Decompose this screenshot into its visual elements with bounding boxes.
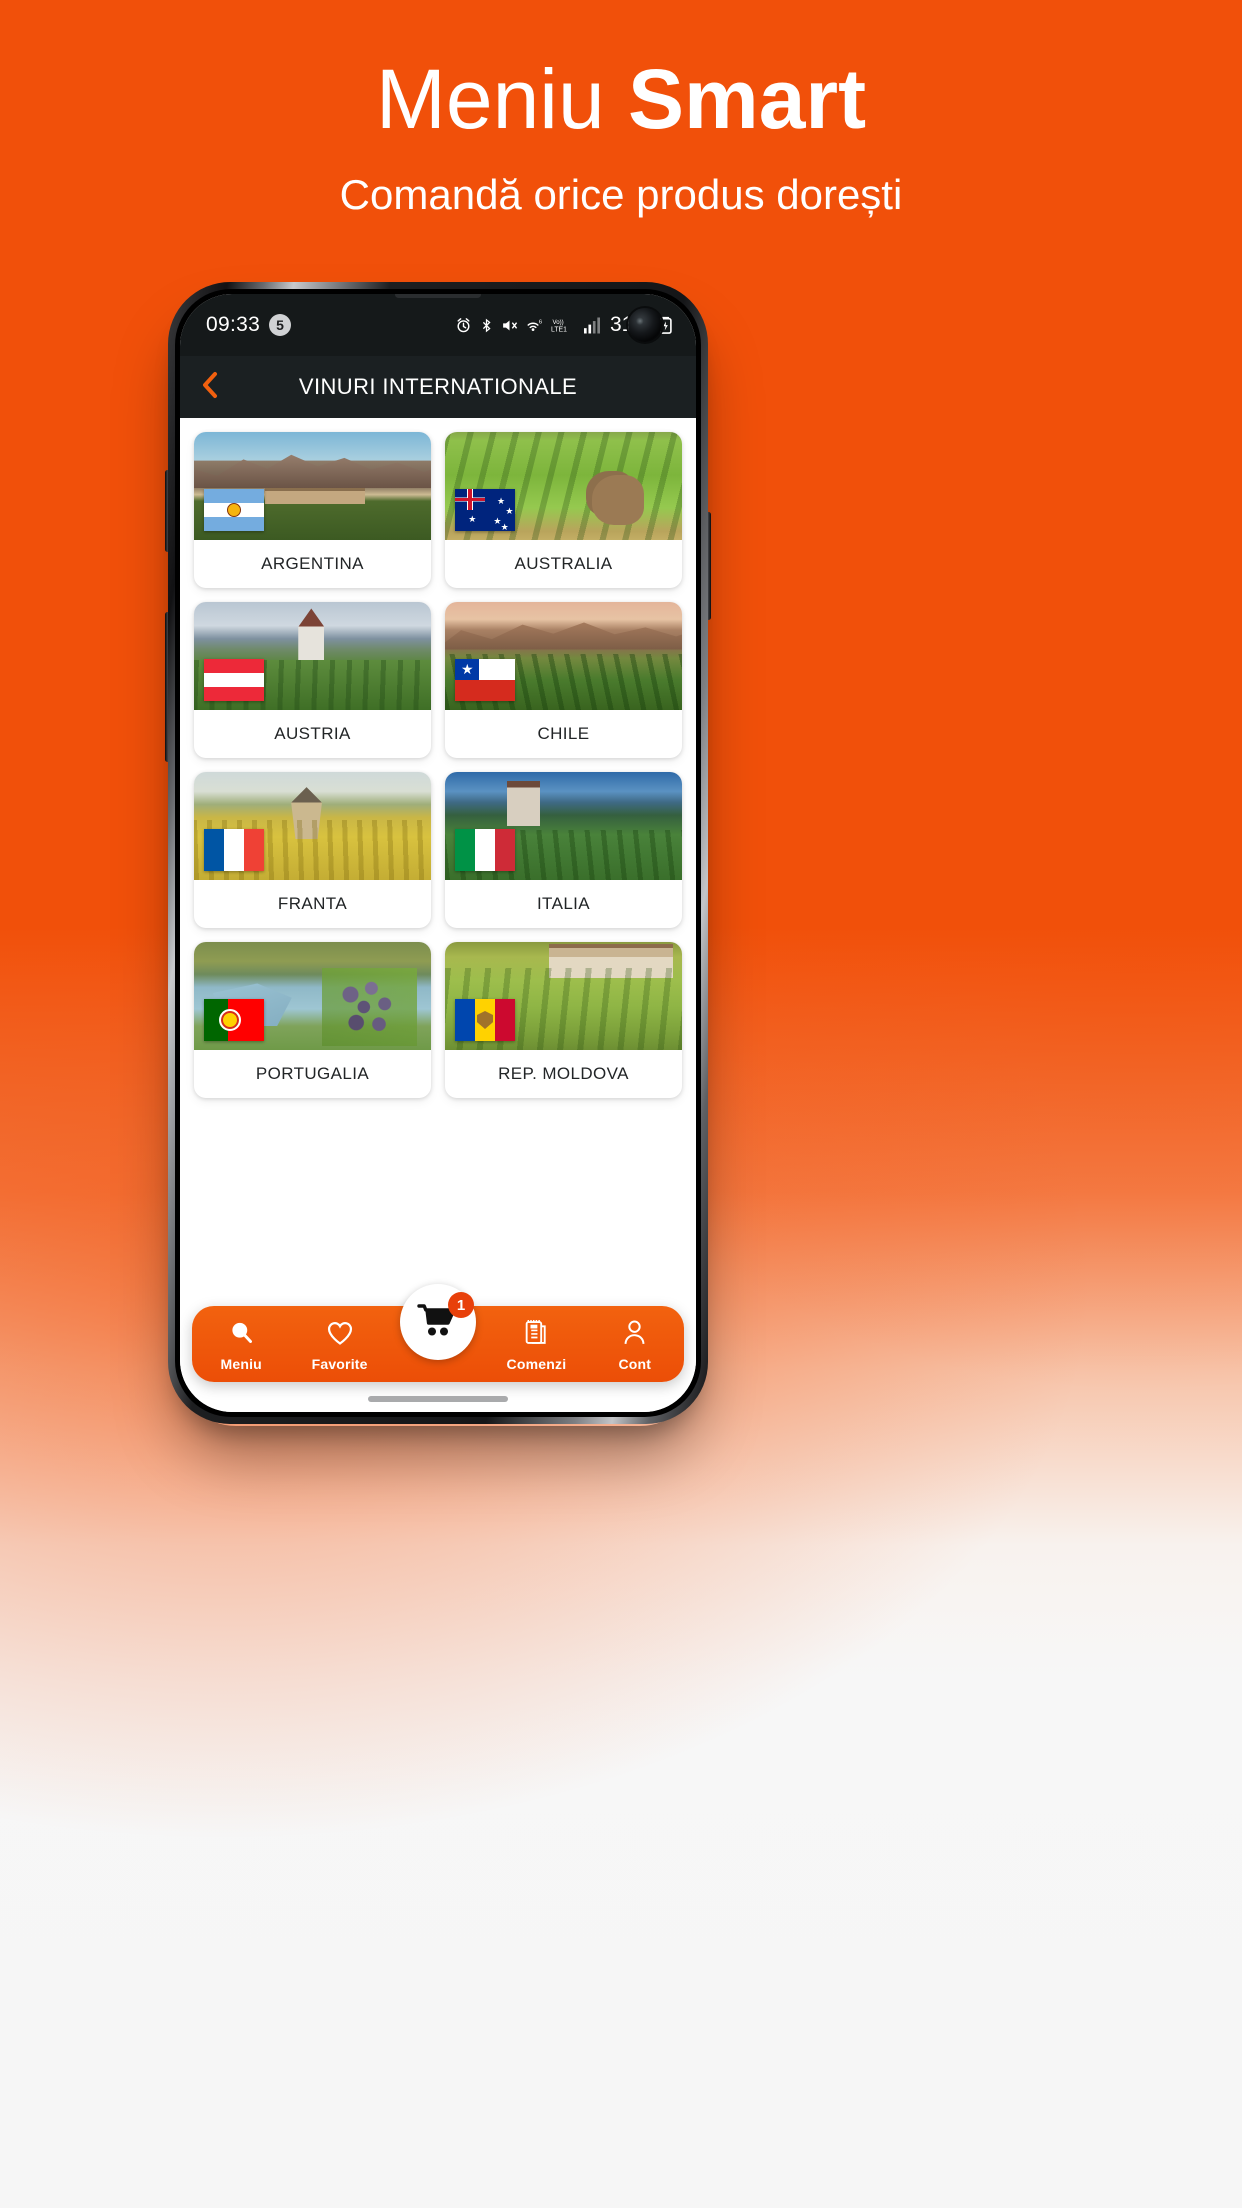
nav-item-label: Comenzi — [506, 1356, 567, 1372]
wifi-icon: 6 — [525, 317, 544, 334]
country-card-australia[interactable]: ★ ★ ★ ★ ★ AUSTRALIA — [445, 432, 682, 588]
cart-badge-count: 1 — [448, 1292, 474, 1318]
country-label: REP. MOLDOVA — [498, 1064, 629, 1083]
page-title-regular: Meniu — [375, 52, 628, 146]
country-card-austria[interactable]: AUSTRIA — [194, 602, 431, 758]
page-subtitle: Comandă orice produs dorești — [339, 171, 903, 219]
country-card-rep-moldova[interactable]: REP. MOLDOVA — [445, 942, 682, 1098]
mute-icon — [501, 317, 518, 334]
content-sheet: ARGENTINA ★ ★ ★ ★ ★ AUSTRALIA AUSTRIA ★ … — [180, 418, 696, 1412]
country-photo — [194, 942, 431, 1050]
flag-italy — [455, 829, 515, 871]
nav-item-meniu[interactable]: Meniu — [192, 1319, 290, 1372]
country-photo — [194, 602, 431, 710]
country-label: ARGENTINA — [261, 554, 364, 573]
user-icon — [622, 1319, 647, 1351]
notification-count-badge: 5 — [269, 314, 292, 336]
country-label: AUSTRIA — [274, 724, 351, 743]
app-bar: VINURI INTERNATIONALE — [180, 356, 696, 418]
status-time: 09:33 — [206, 313, 261, 336]
search-icon — [228, 1319, 255, 1351]
nav-item-label: Favorite — [311, 1356, 368, 1372]
svg-text:6: 6 — [539, 319, 542, 325]
nav-item-cont[interactable]: Cont — [586, 1319, 684, 1372]
signal-icon — [583, 317, 600, 334]
page-title: Meniu Smart — [0, 55, 1242, 143]
phone-frame: 09:33 5 6 Vo)) LTE1 VINURI INTERNATIONAL… — [168, 282, 708, 1424]
earpiece-speaker — [395, 294, 481, 298]
country-label: FRANTA — [277, 894, 348, 913]
union-jack-canton — [455, 489, 485, 510]
phone-bezel: 09:33 5 6 Vo)) LTE1 VINURI INTERNATIONAL… — [175, 289, 701, 1417]
home-gesture-indicator[interactable] — [368, 1396, 508, 1402]
country-photo — [194, 432, 431, 540]
flag-france — [204, 829, 264, 871]
phone-screen: 09:33 5 6 Vo)) LTE1 VINURI INTERNATIONAL… — [180, 294, 696, 1412]
southern-cross-star: ★ — [497, 495, 506, 506]
status-bar: 09:33 5 6 Vo)) LTE1 — [180, 294, 696, 356]
country-photo — [445, 942, 682, 1050]
country-label: ITALIA — [536, 894, 591, 913]
commonwealth-star: ★ — [468, 514, 477, 525]
country-card-italia[interactable]: ITALIA — [445, 772, 682, 928]
bluetooth-icon — [479, 317, 494, 334]
country-label: AUSTRALIA — [514, 554, 613, 573]
southern-cross-star: ★ — [500, 521, 509, 531]
cart-floating-button[interactable]: 1 — [400, 1284, 476, 1360]
nav-item-label: Cont — [618, 1356, 652, 1372]
nav-item-label: Meniu — [220, 1356, 262, 1372]
svg-text:LTE1: LTE1 — [551, 326, 567, 333]
back-button[interactable] — [180, 356, 240, 418]
flag-austria — [204, 659, 264, 701]
country-photo — [194, 772, 431, 880]
country-label: PORTUGALIA — [255, 1064, 370, 1083]
country-photo — [445, 772, 682, 880]
southern-cross-star: ★ — [505, 506, 514, 517]
page-title-bold: Smart — [628, 52, 867, 146]
country-grid: ARGENTINA ★ ★ ★ ★ ★ AUSTRALIA AUSTRIA ★ … — [180, 418, 696, 1098]
hero-section: Meniu Smart Comandă orice produs dorești — [0, 0, 1242, 219]
country-card-argentina[interactable]: ARGENTINA — [194, 432, 431, 588]
country-photo — [445, 602, 682, 710]
nav-item-comenzi[interactable]: Comenzi — [487, 1319, 585, 1372]
country-card-franta[interactable]: FRANTA — [194, 772, 431, 928]
alarm-icon — [455, 317, 472, 334]
country-card-portugalia[interactable]: PORTUGALIA — [194, 942, 431, 1098]
heart-icon — [326, 1320, 354, 1351]
svg-text:Vo)): Vo)) — [552, 318, 563, 325]
flag-argentina — [204, 489, 264, 531]
flag-australia: ★ ★ ★ ★ ★ — [455, 489, 515, 531]
country-photo: ★ ★ ★ ★ ★ — [445, 432, 682, 540]
country-card-chile[interactable]: CHILE — [445, 602, 682, 758]
bottom-navigation-bar: Meniu Favorite Comenzi Cont 1 — [192, 1284, 684, 1382]
flag-portugal — [204, 999, 264, 1041]
phone-mockup: 09:33 5 6 Vo)) LTE1 VINURI INTERNATIONAL… — [165, 282, 711, 1424]
flag-moldova — [455, 999, 515, 1041]
app-bar-title: VINURI INTERNATIONALE — [298, 374, 578, 399]
flag-chile — [455, 659, 515, 701]
country-label: CHILE — [537, 724, 590, 743]
volte-icon: Vo)) LTE1 — [551, 317, 577, 334]
front-camera-punch-hole — [628, 308, 662, 342]
clipboard-list-icon — [523, 1319, 549, 1351]
chevron-left-icon — [199, 370, 221, 405]
nav-item-favorite[interactable]: Favorite — [290, 1320, 388, 1372]
